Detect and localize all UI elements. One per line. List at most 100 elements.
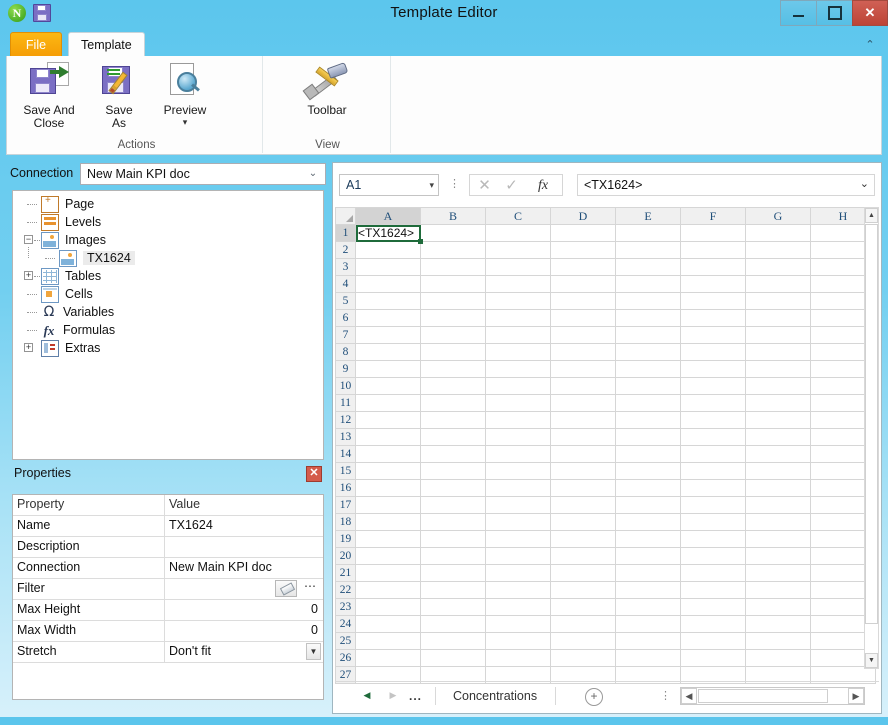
close-x-icon[interactable]: ✕: [306, 466, 322, 482]
cell-b6[interactable]: [420, 309, 486, 327]
toolbar-button[interactable]: Toolbar: [295, 60, 359, 117]
cell-b1[interactable]: [420, 224, 486, 242]
cell-a21[interactable]: [355, 564, 421, 582]
property-row-max-width[interactable]: Max Width 0: [13, 621, 323, 642]
cell-b15[interactable]: [420, 462, 486, 480]
row-header[interactable]: 19: [335, 530, 356, 548]
cell-g20[interactable]: [745, 547, 811, 565]
row-header[interactable]: 4: [335, 275, 356, 293]
cell-e11[interactable]: [615, 394, 681, 412]
cell-b13[interactable]: [420, 428, 486, 446]
cell-f24[interactable]: [680, 615, 746, 633]
row-header[interactable]: 18: [335, 513, 356, 531]
name-box[interactable]: A1 ▾: [339, 174, 439, 196]
cell-b4[interactable]: [420, 275, 486, 293]
drag-grip-icon[interactable]: ⋮: [449, 179, 460, 190]
cell-f10[interactable]: [680, 377, 746, 395]
cell-b21[interactable]: [420, 564, 486, 582]
cell-e1[interactable]: [615, 224, 681, 242]
row-header[interactable]: 12: [335, 411, 356, 429]
cell-d24[interactable]: [550, 615, 616, 633]
cell-d9[interactable]: [550, 360, 616, 378]
cell-c8[interactable]: [485, 343, 551, 361]
cell-d4[interactable]: [550, 275, 616, 293]
cell-e24[interactable]: [615, 615, 681, 633]
cell-g3[interactable]: [745, 258, 811, 276]
cell-g2[interactable]: [745, 241, 811, 259]
cell-f8[interactable]: [680, 343, 746, 361]
cell-g19[interactable]: [745, 530, 811, 548]
cell-a25[interactable]: [355, 632, 421, 650]
cell-c3[interactable]: [485, 258, 551, 276]
cell-f26[interactable]: [680, 649, 746, 667]
cell-a10[interactable]: [355, 377, 421, 395]
cell-d13[interactable]: [550, 428, 616, 446]
cell-d26[interactable]: [550, 649, 616, 667]
column-header-f[interactable]: F: [680, 207, 746, 225]
cell-g13[interactable]: [745, 428, 811, 446]
cell-b9[interactable]: [420, 360, 486, 378]
tree-item-images[interactable]: − Images: [19, 231, 323, 249]
cell-d14[interactable]: [550, 445, 616, 463]
row-header[interactable]: 2: [335, 241, 356, 259]
fx-icon[interactable]: fx: [532, 177, 554, 194]
cell-b26[interactable]: [420, 649, 486, 667]
tree-item-cells[interactable]: Cells: [19, 285, 323, 303]
tree-item-tables[interactable]: + Tables: [19, 267, 323, 285]
tree-item-page[interactable]: Page: [19, 195, 323, 213]
row-header[interactable]: 17: [335, 496, 356, 514]
cell-a18[interactable]: [355, 513, 421, 531]
grid-wrapper[interactable]: A B C D E F G H 1 <TX1624> 2 3 4 5 6 7 8…: [335, 207, 879, 684]
row-header[interactable]: 22: [335, 581, 356, 599]
property-value[interactable]: Don't fit ▼: [165, 642, 323, 662]
sheet-nav-more-icon[interactable]: ...: [409, 688, 422, 704]
cell-c17[interactable]: [485, 496, 551, 514]
cell-e3[interactable]: [615, 258, 681, 276]
cell-a17[interactable]: [355, 496, 421, 514]
spreadsheet-grid[interactable]: A B C D E F G H 1 <TX1624> 2 3 4 5 6 7 8…: [335, 207, 876, 684]
cell-g15[interactable]: [745, 462, 811, 480]
collapse-toggle[interactable]: −: [24, 235, 33, 244]
cell-e2[interactable]: [615, 241, 681, 259]
cell-f18[interactable]: [680, 513, 746, 531]
cell-d22[interactable]: [550, 581, 616, 599]
close-button[interactable]: ✕: [852, 0, 888, 26]
cell-g11[interactable]: [745, 394, 811, 412]
column-header-g[interactable]: G: [745, 207, 811, 225]
cell-c10[interactable]: [485, 377, 551, 395]
cell-g14[interactable]: [745, 445, 811, 463]
cell-c20[interactable]: [485, 547, 551, 565]
cell-a6[interactable]: [355, 309, 421, 327]
row-header[interactable]: 24: [335, 615, 356, 633]
tab-file[interactable]: File: [10, 32, 62, 57]
row-header[interactable]: 23: [335, 598, 356, 616]
column-header-e[interactable]: E: [615, 207, 681, 225]
cell-a8[interactable]: [355, 343, 421, 361]
preview-button[interactable]: Preview ▾: [153, 60, 217, 127]
cell-f2[interactable]: [680, 241, 746, 259]
cell-c24[interactable]: [485, 615, 551, 633]
row-header[interactable]: 15: [335, 462, 356, 480]
tree-item-tx1624[interactable]: TX1624: [19, 247, 323, 267]
scroll-left-icon[interactable]: ◀: [681, 688, 697, 704]
cell-a24[interactable]: [355, 615, 421, 633]
cell-f6[interactable]: [680, 309, 746, 327]
cell-b5[interactable]: [420, 292, 486, 310]
scrollbar-thumb[interactable]: [698, 689, 828, 703]
cell-d5[interactable]: [550, 292, 616, 310]
cell-d19[interactable]: [550, 530, 616, 548]
cell-c15[interactable]: [485, 462, 551, 480]
property-row-stretch[interactable]: Stretch Don't fit ▼: [13, 642, 323, 663]
cell-e10[interactable]: [615, 377, 681, 395]
cell-a9[interactable]: [355, 360, 421, 378]
template-tree[interactable]: Page Levels − Images TX1624 +: [12, 190, 324, 460]
cell-b10[interactable]: [420, 377, 486, 395]
row-header[interactable]: 26: [335, 649, 356, 667]
tab-template[interactable]: Template: [68, 32, 145, 57]
cell-b12[interactable]: [420, 411, 486, 429]
column-header-b[interactable]: B: [420, 207, 486, 225]
row-header[interactable]: 20: [335, 547, 356, 565]
cell-a16[interactable]: [355, 479, 421, 497]
cell-g4[interactable]: [745, 275, 811, 293]
property-row-filter[interactable]: Filter ⋯: [13, 579, 323, 600]
